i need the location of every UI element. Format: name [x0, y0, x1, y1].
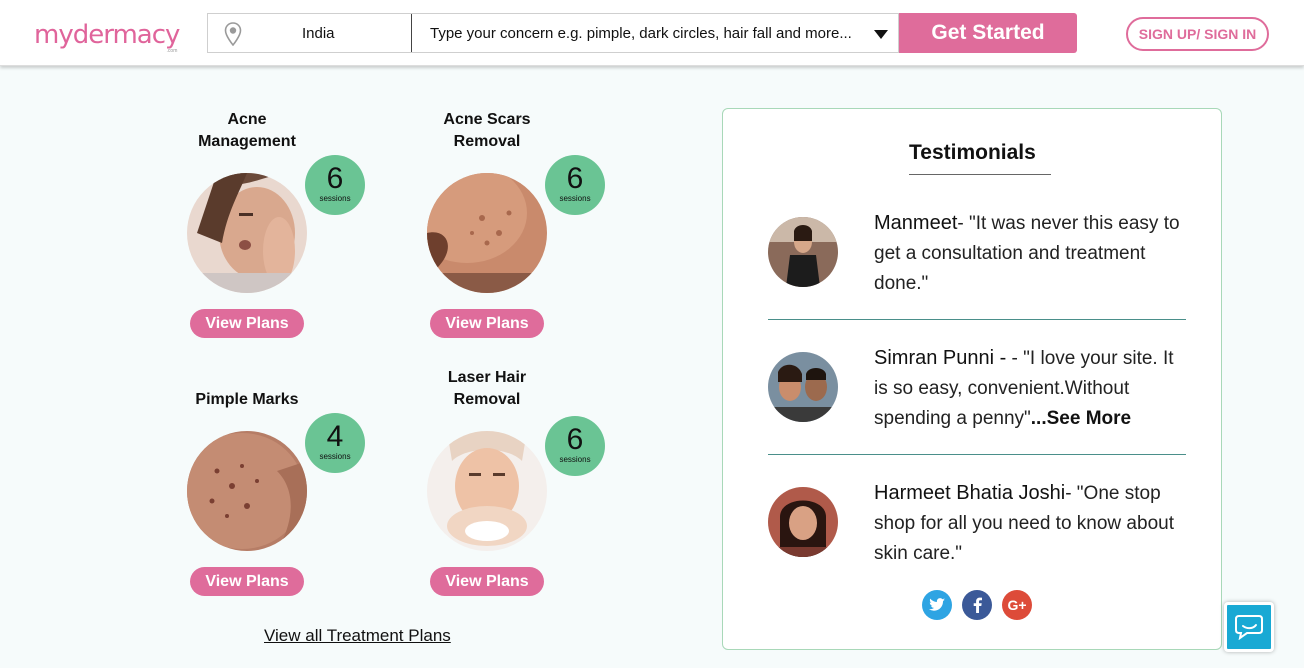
header: mydermacy .com India Type your concern e… [0, 0, 1304, 66]
see-more-link[interactable]: ...See More [1031, 408, 1131, 429]
logo[interactable]: mydermacy .com [34, 14, 180, 54]
sessions-label: sessions [319, 194, 351, 203]
treatment-title: Acne Scars Removal [443, 111, 531, 150]
treatment-title: Pimple Marks [195, 391, 299, 408]
view-plans-button[interactable]: View Plans [190, 309, 304, 338]
treatment-card-acne-scars-removal: Acne Scars Removal 6 sessions View Plans [427, 108, 627, 348]
testimonial-text: Simran Punni - - "I love your site. It i… [874, 343, 1190, 434]
view-plans-button[interactable]: View Plans [190, 567, 304, 596]
testimonial-name: Manmeet [874, 212, 958, 234]
get-started-button[interactable]: Get Started [899, 13, 1077, 53]
testimonial-name: Harmeet Bhatia Joshi [874, 482, 1066, 504]
title-underline [909, 174, 1051, 175]
sessions-count: 4 [326, 420, 344, 453]
treatment-card-laser-hair-removal: Laser Hair Removal 6 sessions View Plans [427, 366, 627, 606]
treatment-card-acne-management: Acne Management 6 sessions View Plans [187, 108, 387, 348]
logo-text: mydermacy [34, 20, 180, 50]
testimonial-name: Simran Punni - [874, 347, 1007, 369]
chat-button[interactable] [1224, 602, 1274, 652]
testimonials-title: Testimonials [909, 141, 1036, 164]
view-plans-button[interactable]: View Plans [430, 567, 544, 596]
treatment-card-pimple-marks: Pimple Marks 4 sessions View Plans [187, 366, 387, 606]
divider [768, 454, 1186, 455]
concern-placeholder: Type your concern e.g. pimple, dark circ… [430, 24, 852, 42]
sessions-label: sessions [559, 194, 591, 203]
concern-dropdown[interactable]: Type your concern e.g. pimple, dark circ… [412, 14, 898, 52]
caret-down-icon [874, 30, 888, 39]
avatar [768, 487, 838, 557]
avatar [768, 217, 838, 287]
twitter-icon[interactable] [922, 590, 952, 620]
sessions-badge: 6 sessions [305, 155, 365, 215]
treatment-title: Acne Management [198, 111, 296, 150]
facebook-icon[interactable] [962, 590, 992, 620]
location-pin-icon [224, 22, 242, 46]
testimonial-text: Manmeet- "It was never this easy to get … [874, 208, 1190, 299]
logo-sub: .com [166, 48, 178, 54]
sessions-count: 6 [566, 423, 584, 456]
sessions-badge: 6 sessions [545, 155, 605, 215]
divider [768, 319, 1186, 320]
testimonial-text: Harmeet Bhatia Joshi- "One stop shop for… [874, 478, 1190, 569]
sessions-badge: 6 sessions [545, 416, 605, 476]
location-selector[interactable]: India [208, 14, 412, 52]
treatment-image [427, 173, 547, 293]
testimonials-panel: Testimonials Manmeet- "It was never this… [722, 108, 1222, 650]
sessions-label: sessions [319, 452, 351, 461]
signin-button[interactable]: SIGN UP/ SIGN IN [1126, 17, 1269, 51]
avatar [768, 352, 838, 422]
chat-bubble-icon [1235, 615, 1263, 640]
sessions-label: sessions [559, 455, 591, 464]
sessions-count: 6 [326, 162, 344, 195]
treatment-image [187, 173, 307, 293]
treatment-image [187, 431, 307, 551]
sessions-count: 6 [566, 162, 584, 195]
sessions-badge: 4 sessions [305, 413, 365, 473]
location-value: India [302, 25, 335, 42]
view-all-treatment-plans-link[interactable]: View all Treatment Plans [264, 626, 451, 646]
google-plus-icon[interactable]: G+ [1002, 590, 1032, 620]
treatment-image [427, 431, 547, 551]
view-plans-button[interactable]: View Plans [430, 309, 544, 338]
search-bar: India Type your concern e.g. pimple, dar… [207, 13, 899, 53]
treatment-title: Laser Hair Removal [447, 369, 527, 408]
